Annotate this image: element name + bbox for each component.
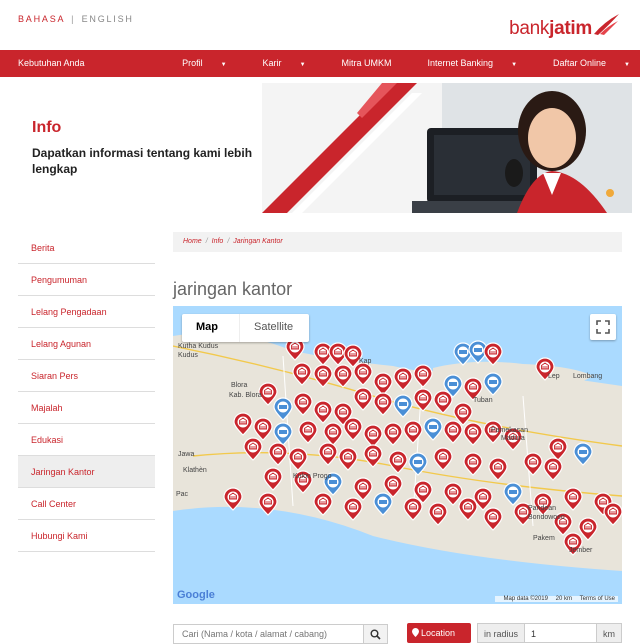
logo-text-bank: bank bbox=[509, 18, 550, 39]
logo-swoosh-icon bbox=[594, 14, 619, 35]
map-type-control: Map Satellite bbox=[182, 314, 309, 342]
chevron-down-icon: ▼ bbox=[624, 62, 630, 68]
sidebar-item-jaringan-kantor[interactable]: Jaringan Kantor bbox=[18, 456, 155, 488]
terms-link[interactable]: Terms of Use bbox=[580, 596, 615, 602]
map-place-label: Kap bbox=[359, 358, 372, 365]
sidebar-item-edukasi[interactable]: Edukasi bbox=[18, 424, 155, 456]
nav-item-daftar-online[interactable]: Daftar Online ▼ bbox=[535, 58, 630, 68]
branch-map[interactable]: Kutha KudusKudusRembangBloraKab. BloraJa… bbox=[173, 306, 622, 604]
hero-banner: Info Dapatkan informasi tentang kami leb… bbox=[0, 83, 632, 213]
map-place-label: Jawa bbox=[178, 451, 194, 458]
location-button-label: Location bbox=[421, 628, 456, 638]
nav-item-internet-banking[interactable]: Internet Banking ▼ bbox=[410, 58, 518, 68]
branch-marker-icon[interactable] bbox=[483, 342, 503, 366]
hero-subtitle: Dapatkan informasi tentang kami lebih le… bbox=[32, 146, 253, 176]
nav-item-label: Mitra UMKM bbox=[341, 58, 392, 68]
map-tab-map[interactable]: Map bbox=[182, 314, 239, 342]
nav-item-karir[interactable]: Karir ▼ bbox=[245, 58, 306, 68]
main-navbar: Kebutuhan Anda Profil ▼ Karir ▼ Mitra UMKM In… bbox=[0, 50, 640, 77]
nav-item-mitra-umkm[interactable]: Mitra UMKM bbox=[324, 58, 392, 68]
map-data-credit: Map data ©2019 bbox=[503, 596, 548, 602]
radius-input[interactable]: 1 bbox=[525, 624, 596, 642]
map-attribution: Map data ©2019 20 km Terms of Use bbox=[494, 596, 618, 602]
sidebar-menu: Berita Pengumuman Lelang Pengadaan Lelang A… bbox=[18, 232, 155, 552]
sidebar-item-lelang-pengadaan[interactable]: Lelang Pengadaan bbox=[18, 296, 155, 328]
search-input[interactable] bbox=[174, 625, 363, 643]
nav-item-profil[interactable]: Profil ▼ bbox=[164, 58, 226, 68]
radius-control: in radius 1 km bbox=[477, 623, 622, 643]
fullscreen-button[interactable] bbox=[590, 314, 616, 340]
top-bar: BAHASA | ENGLISH bank jatim bbox=[0, 0, 640, 50]
nav-item-label: Internet Banking bbox=[427, 58, 494, 68]
map-place-label: Bondowoso bbox=[528, 514, 565, 521]
sidebar-item-siaran-pers[interactable]: Siaran Pers bbox=[18, 360, 155, 392]
map-place-label: Lombang bbox=[573, 373, 602, 380]
lang-bahasa-link[interactable]: BAHASA bbox=[18, 14, 65, 24]
nav-item-label: Daftar Online bbox=[553, 58, 607, 68]
search-box bbox=[173, 624, 388, 644]
map-place-label: Pac bbox=[176, 491, 189, 498]
language-switcher: BAHASA | ENGLISH bbox=[18, 14, 134, 24]
breadcrumb-separator: / bbox=[227, 238, 230, 245]
nav-kebutuhan-anda[interactable]: Kebutuhan Anda bbox=[18, 58, 85, 68]
nav-item-label: Karir bbox=[262, 58, 282, 68]
lang-english-link[interactable]: ENGLISH bbox=[82, 14, 134, 24]
chevron-down-icon: ▼ bbox=[220, 62, 227, 68]
breadcrumb-home[interactable]: Home bbox=[183, 238, 202, 245]
breadcrumb-separator: / bbox=[205, 238, 208, 245]
hero-photo bbox=[262, 83, 632, 213]
search-icon bbox=[370, 629, 381, 640]
map-place-label: Kab. Blora bbox=[229, 392, 262, 399]
map-place-label: Pandean bbox=[528, 505, 556, 512]
map-place-label: Kudus bbox=[178, 352, 198, 359]
fullscreen-icon bbox=[596, 320, 610, 334]
lang-separator: | bbox=[71, 14, 76, 24]
nav-menu: Profil ▼ Karir ▼ Mitra UMKM Internet Banking ▼… bbox=[146, 58, 630, 68]
radius-unit: km bbox=[596, 624, 621, 642]
map-canvas[interactable]: Kutha KudusKudusRembangBloraKab. BloraJa… bbox=[173, 306, 622, 604]
map-place-label: Lep bbox=[548, 373, 560, 380]
bankjatim-logo[interactable]: bank jatim bbox=[509, 10, 620, 40]
nav-item-label: Profil bbox=[182, 58, 203, 68]
radius-label: in radius bbox=[478, 624, 526, 642]
sidebar-item-majalah[interactable]: Majalah bbox=[18, 392, 155, 424]
map-place-label: Tuban bbox=[473, 397, 493, 404]
map-scale: 20 km bbox=[555, 596, 572, 602]
map-place-label: Kulon Progo bbox=[293, 473, 332, 480]
chevron-down-icon: ▼ bbox=[511, 62, 518, 68]
map-tab-satellite[interactable]: Satellite bbox=[239, 314, 309, 342]
google-logo: Google bbox=[177, 589, 215, 601]
map-place-label: Kutha Kudus bbox=[178, 343, 219, 350]
hero-title: Info bbox=[32, 119, 62, 136]
breadcrumb-current: Jaringan Kantor bbox=[233, 238, 283, 245]
sidebar-item-pengumuman[interactable]: Pengumuman bbox=[18, 264, 155, 296]
map-place-label: Blora bbox=[231, 382, 247, 389]
map-place-label: Pamekasan bbox=[491, 427, 528, 434]
page-title: jaringan kantor bbox=[173, 279, 293, 299]
sidebar-item-lelang-agunan[interactable]: Lelang Agunan bbox=[18, 328, 155, 360]
search-button[interactable] bbox=[363, 625, 387, 643]
map-place-label: Jember bbox=[569, 547, 593, 554]
map-place-label: Madura bbox=[501, 435, 525, 442]
sidebar-item-berita[interactable]: Berita bbox=[18, 232, 155, 264]
sidebar-item-hubungi-kami[interactable]: Hubungi Kami bbox=[18, 520, 155, 552]
breadcrumb-info[interactable]: Info bbox=[212, 238, 224, 245]
map-place-label: Pakem bbox=[533, 535, 555, 542]
map-place-label: Klathèn bbox=[183, 467, 207, 474]
location-button[interactable]: Location bbox=[407, 623, 471, 643]
sidebar-item-call-center[interactable]: Call Center bbox=[18, 488, 155, 520]
breadcrumb: Home / Info / Jaringan Kantor bbox=[173, 232, 622, 252]
map-marker-icon bbox=[412, 628, 419, 637]
chevron-down-icon: ▼ bbox=[299, 62, 306, 68]
